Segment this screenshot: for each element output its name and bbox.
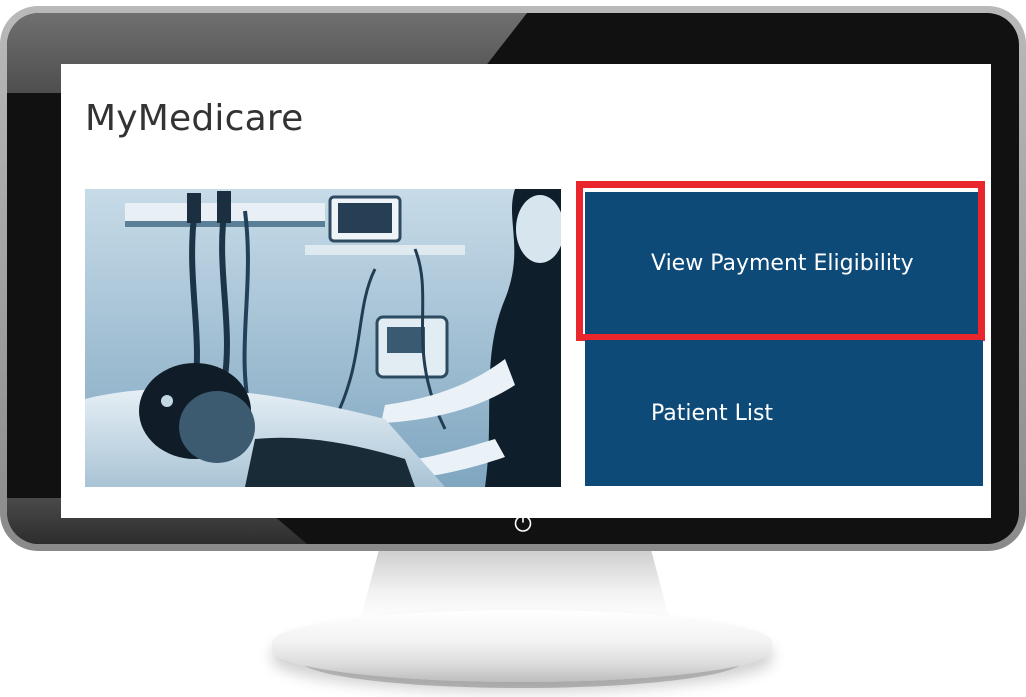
view-payment-eligibility-label: View Payment Eligibility: [651, 250, 914, 276]
monitor-screen: MyMedicare View Payment Eligibility Pati…: [61, 64, 991, 518]
monitor-frame: MyMedicare View Payment Eligibility Pati…: [0, 6, 1026, 551]
monitor-stand-base: [272, 610, 772, 682]
view-payment-eligibility-button[interactable]: View Payment Eligibility: [585, 192, 983, 334]
monitor-bezel: MyMedicare View Payment Eligibility Pati…: [7, 13, 1019, 544]
hospital-scene-image: [85, 189, 561, 487]
app-title: MyMedicare: [85, 98, 304, 139]
patient-list-button[interactable]: Patient List: [585, 340, 983, 486]
power-icon: [514, 513, 532, 532]
patient-list-label: Patient List: [651, 400, 774, 426]
hero-photo: [85, 189, 561, 487]
power-button[interactable]: [508, 508, 538, 538]
